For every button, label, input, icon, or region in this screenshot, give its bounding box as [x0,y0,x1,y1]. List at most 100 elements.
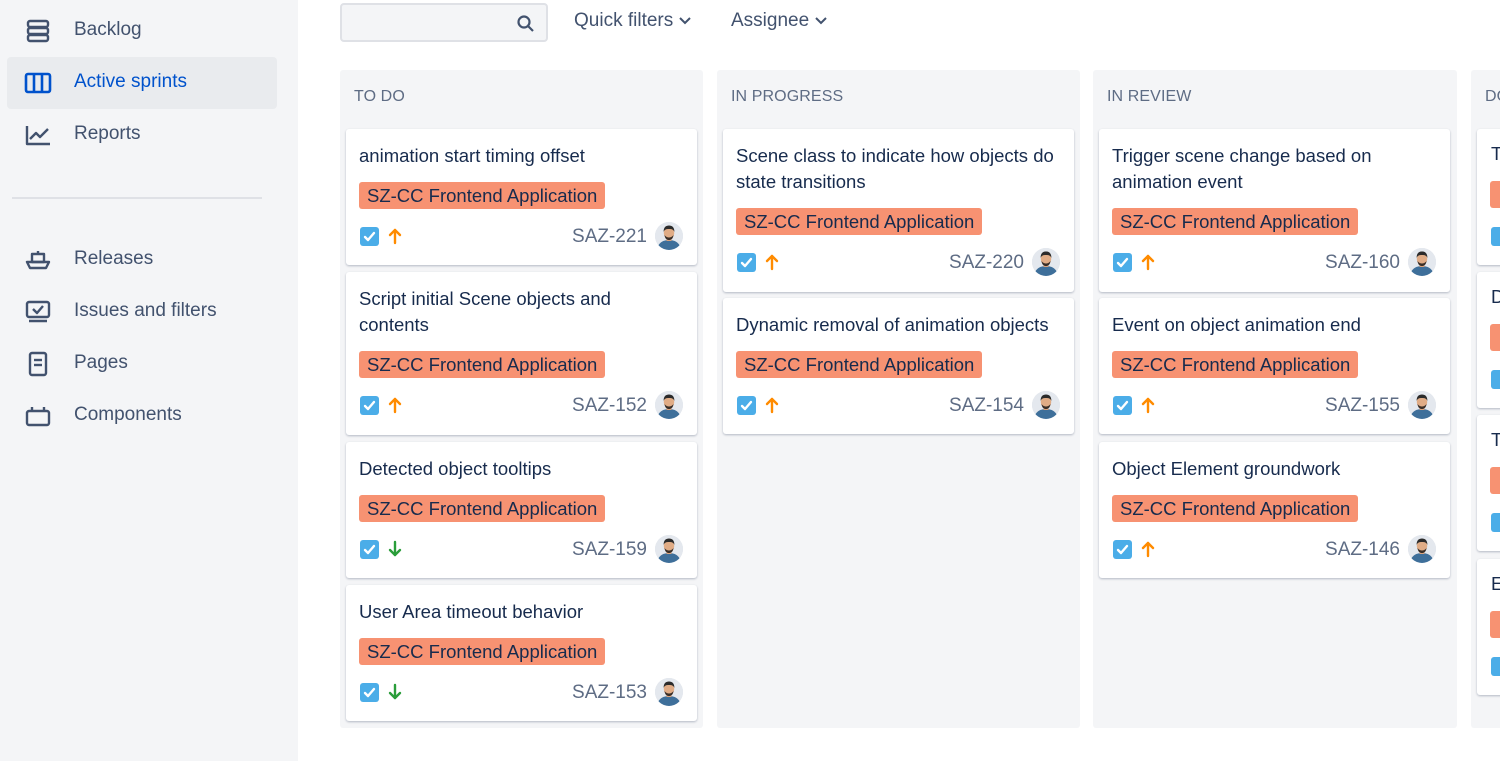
quick-filters-dropdown[interactable]: Quick filters [574,10,691,32]
issue-key[interactable]: SAZ-146 [1325,539,1400,561]
issue-key[interactable]: SAZ-160 [1325,252,1400,274]
issue-card[interactable]: Script initial Scene objects and content… [346,272,697,435]
page-icon [24,351,52,377]
issue-key[interactable]: SAZ-221 [572,226,647,248]
priority-high-icon [1140,396,1156,414]
issue-card[interactable]: T [1477,129,1500,265]
avatar[interactable] [1032,391,1060,419]
card-summary: Scene class to indicate how objects do s… [736,145,1054,192]
issue-key[interactable]: SAZ-159 [572,539,647,561]
epic-label[interactable]: SZ-CC Frontend Application [736,351,983,378]
card-summary: Script initial Scene objects and content… [359,288,611,335]
sidebar-item-releases[interactable]: Releases [7,234,277,286]
sidebar-item-label: Releases [74,248,154,269]
task-icon [1491,370,1500,389]
sidebar-item-label: Pages [74,352,128,373]
task-icon [1113,540,1132,559]
avatar[interactable] [655,535,683,563]
column-title: TO DO [354,88,405,105]
card-summary: E [1491,573,1500,594]
task-icon [360,540,379,559]
avatar[interactable] [655,222,683,250]
issue-card[interactable]: Scene class to indicate how objects do s… [723,129,1074,292]
board-column: IN PROGRESS Scene class to indicate how o… [717,70,1080,728]
issue-card[interactable]: Trigger scene change based on animation … [1099,129,1450,292]
card-summary: D [1491,286,1500,307]
card-summary: T [1491,143,1500,164]
issues-icon [24,299,52,325]
epic-label[interactable]: SZ-CC Frontend Application [736,208,983,235]
avatar[interactable] [1408,248,1436,276]
task-icon [1491,227,1500,246]
column-title: IN PROGRESS [731,88,844,105]
task-icon [1491,513,1500,532]
card-summary: Dynamic removal of animation objects [736,314,1049,335]
sidebar-item-label: Active sprints [74,71,187,92]
card-summary: Object Element groundwork [1112,458,1341,479]
issue-key[interactable]: SAZ-220 [949,252,1024,274]
board-column: IN REVIEW Trigger scene change based on a… [1093,70,1457,728]
avatar[interactable] [655,678,683,706]
avatar[interactable] [1408,535,1436,563]
epic-label[interactable]: SZ-CC Frontend Application [1112,495,1359,522]
card-summary: Trigger scene change based on animation … [1112,145,1372,192]
sidebar-item-components[interactable]: Components [7,390,277,442]
issue-card[interactable]: animation start timing offset SZ-CC Front… [346,129,697,265]
backlog-icon [24,18,52,44]
issue-card[interactable]: Object Element groundwork SZ-CC Frontend … [1099,442,1450,578]
epic-label[interactable]: SZ-CC Frontend Application [359,351,606,378]
sidebar-item-issues-and-filters[interactable]: Issues and filters [7,286,277,338]
task-icon [360,396,379,415]
chevron-down-icon [815,17,827,25]
avatar[interactable] [1408,391,1436,419]
epic-label[interactable]: SZ-CC Frontend Application [359,182,606,209]
sidebar-item-label: Components [74,404,182,425]
search-box[interactable] [340,3,548,42]
card-summary: Event on object animation end [1112,314,1361,335]
search-icon[interactable] [516,14,536,34]
sidebar-item-active-sprints[interactable]: Active sprints [7,57,277,109]
epic-label [1490,181,1500,208]
assignee-dropdown[interactable]: Assignee [731,10,827,32]
board-column: DO T D T E [1471,70,1500,728]
search-input[interactable] [350,11,510,35]
component-icon [24,403,52,429]
sidebar-item-backlog[interactable]: Backlog [7,5,277,57]
task-icon [737,253,756,272]
priority-low-icon [387,683,403,701]
sidebar-item-pages[interactable]: Pages [7,338,277,390]
epic-label[interactable]: SZ-CC Frontend Application [1112,208,1359,235]
epic-label[interactable]: SZ-CC Frontend Application [359,495,606,522]
issue-card[interactable]: Event on object animation end SZ-CC Front… [1099,298,1450,434]
task-icon [1491,657,1500,676]
sidebar-item-reports[interactable]: Reports [7,109,277,161]
issue-key[interactable]: SAZ-153 [572,682,647,704]
avatar[interactable] [1032,248,1060,276]
issue-card[interactable]: User Area timeout behavior SZ-CC Frontend… [346,585,697,721]
sidebar-divider [12,197,262,199]
board-icon [24,70,52,96]
reports-icon [24,122,52,148]
epic-label [1490,611,1500,638]
sidebar-item-label: Backlog [74,19,142,40]
epic-label[interactable]: SZ-CC Frontend Application [1112,351,1359,378]
card-summary: User Area timeout behavior [359,601,584,622]
issue-card[interactable]: Dynamic removal of animation objects SZ-C… [723,298,1074,434]
issue-key[interactable]: SAZ-154 [949,395,1024,417]
avatar[interactable] [655,391,683,419]
issue-key[interactable]: SAZ-152 [572,395,647,417]
quick-filters-label: Quick filters [574,10,674,31]
issue-card[interactable]: T [1477,415,1500,551]
priority-high-icon [764,253,780,271]
epic-label [1490,467,1500,494]
issue-key[interactable]: SAZ-155 [1325,395,1400,417]
issue-card[interactable]: D [1477,272,1500,408]
assignee-label: Assignee [731,10,810,31]
card-summary: T [1491,429,1500,450]
issue-card[interactable]: E [1477,559,1500,695]
ship-icon [24,247,52,273]
issue-card[interactable]: Detected object tooltips SZ-CC Frontend A… [346,442,697,578]
column-title: DO [1485,88,1500,105]
epic-label[interactable]: SZ-CC Frontend Application [359,638,606,665]
task-icon [360,227,379,246]
